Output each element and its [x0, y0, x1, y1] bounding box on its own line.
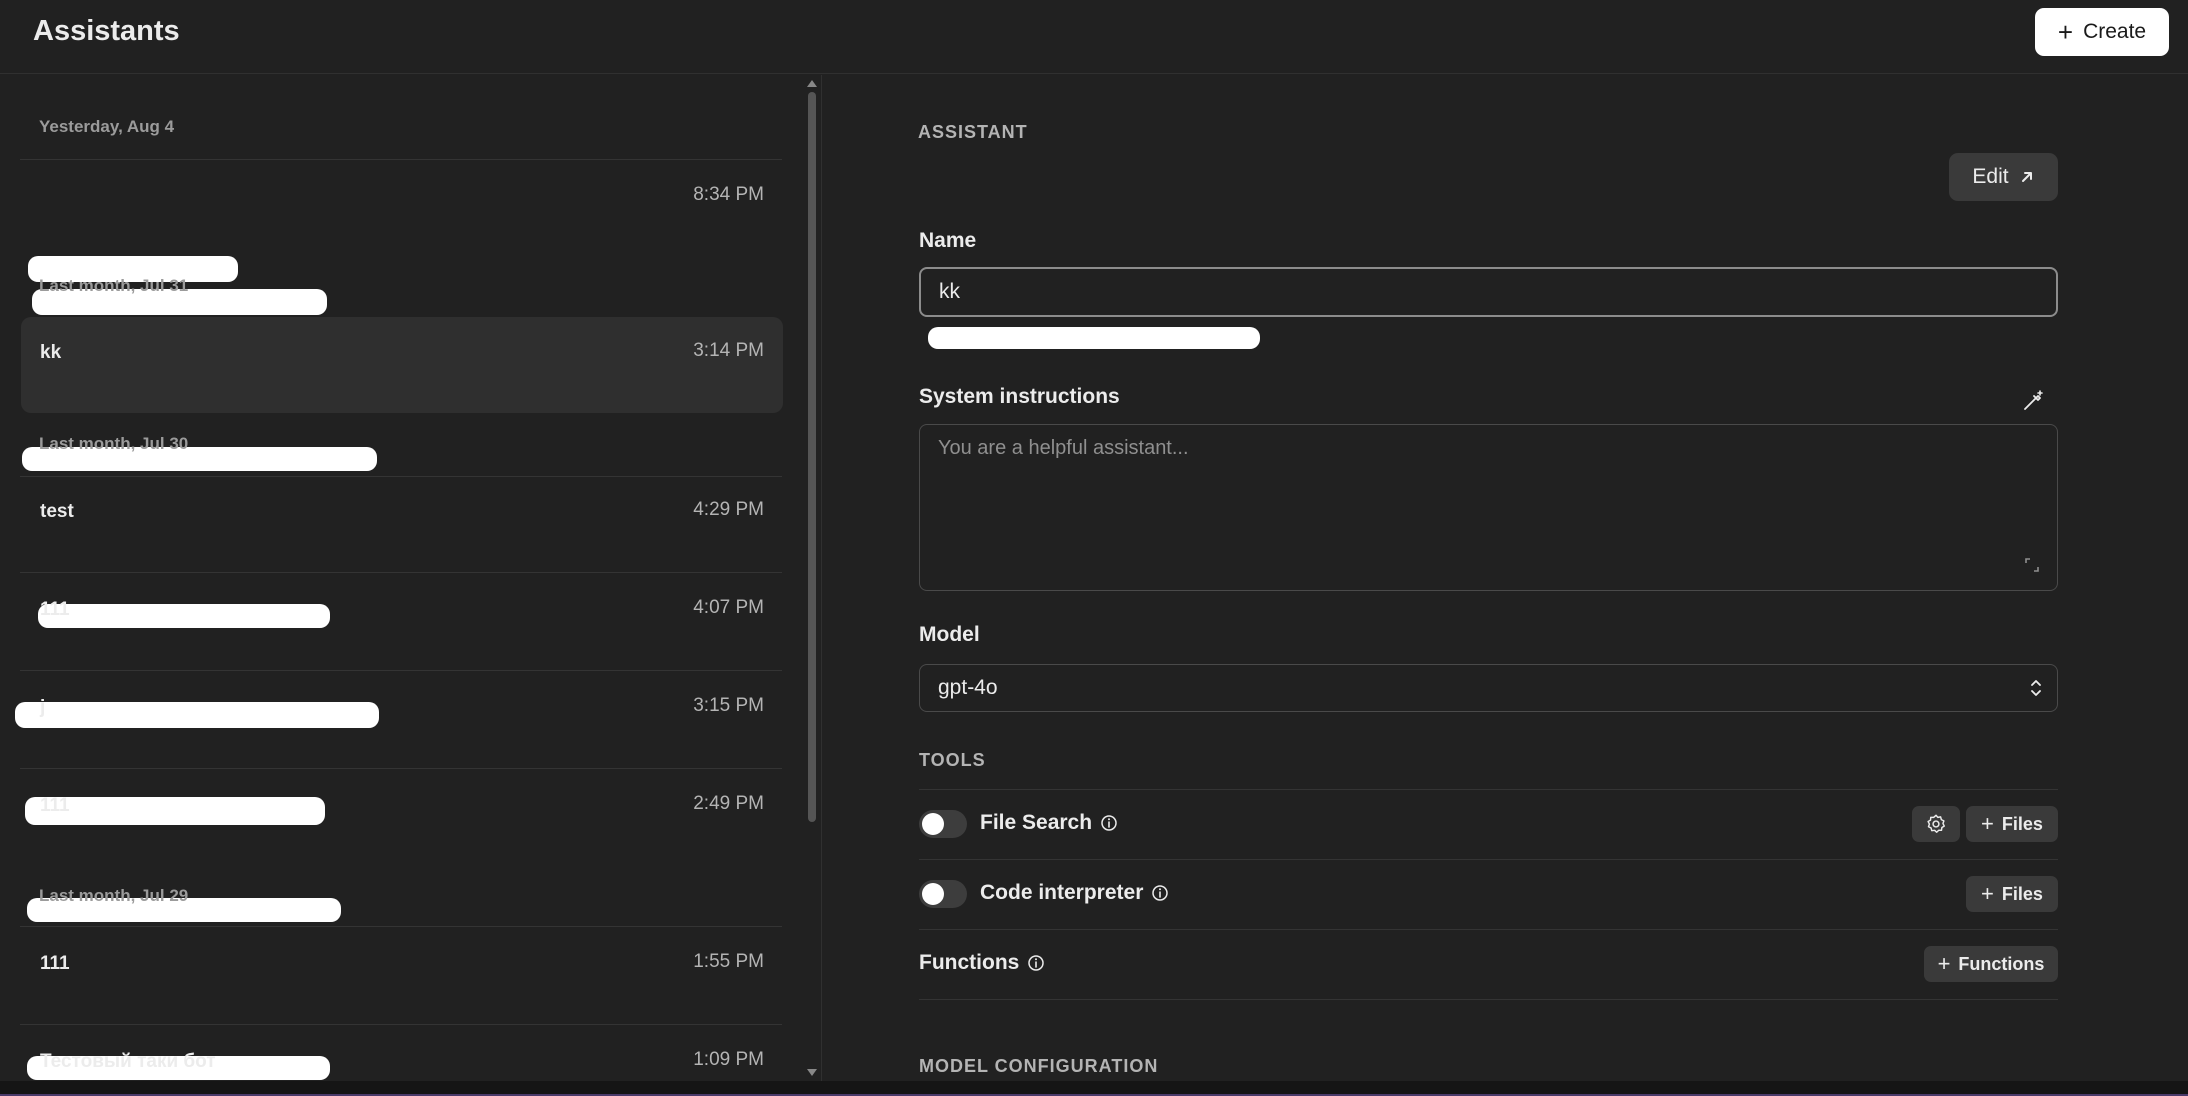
file-search-toggle[interactable] — [919, 810, 967, 838]
item-name: j — [40, 697, 46, 718]
name-input-value: kk — [939, 280, 960, 303]
assistants-list: Yesterday, Aug 4 8:34 PM Last month, Jul… — [0, 75, 820, 1081]
info-icon[interactable] — [1151, 884, 1169, 902]
section-label-model-configuration: MODEL CONFIGURATION — [919, 1056, 1159, 1076]
edit-button[interactable]: Edit — [1949, 153, 2058, 201]
list-item[interactable]: kk 3:14 PM — [21, 317, 783, 471]
file-search-label: File Search — [980, 811, 1093, 834]
magic-wand-icon[interactable] — [2021, 389, 2045, 413]
group-label: Last month, Jul 30 — [39, 434, 189, 453]
page-title: Assistants — [33, 15, 180, 47]
plus-icon: + — [1981, 881, 1994, 906]
code-interpreter-toggle[interactable] — [919, 880, 967, 908]
scrollbar-thumb[interactable] — [808, 92, 816, 822]
divider — [20, 768, 782, 769]
panel-divider — [821, 75, 822, 1081]
add-functions-button[interactable]: + Functions — [1924, 946, 2058, 982]
toggle-knob — [922, 813, 944, 835]
item-name: test — [40, 501, 74, 522]
system-instructions-placeholder: You are a helpful assistant... — [938, 437, 1189, 459]
gear-icon — [1927, 814, 1945, 833]
code-interpreter-label: Code interpreter — [980, 881, 1144, 904]
edit-button-label: Edit — [1972, 165, 2009, 188]
item-time: 3:14 PM — [693, 340, 764, 361]
plus-icon: + — [2057, 17, 2074, 47]
item-time: 8:34 PM — [693, 184, 764, 205]
scroll-down-arrow-icon[interactable] — [807, 1069, 817, 1076]
section-label-tools: TOOLS — [919, 750, 986, 770]
code-interpreter-files-button[interactable]: + Files — [1966, 876, 2058, 912]
name-input[interactable]: kk — [919, 267, 2058, 317]
item-name: 111 — [40, 599, 70, 620]
item-name: 111 — [40, 953, 70, 974]
create-button-label: Create — [2083, 20, 2147, 43]
list-item[interactable]: 111 4:07 PM — [15, 574, 783, 728]
system-instructions-label: System instructions — [919, 385, 1120, 408]
list-item[interactable]: 111 2:49 PM — [21, 770, 783, 922]
item-time: 1:09 PM — [693, 1049, 764, 1070]
item-time: 4:07 PM — [693, 597, 764, 618]
model-label: Model — [919, 623, 980, 646]
info-icon[interactable] — [1100, 814, 1118, 832]
group-label: Yesterday, Aug 4 — [39, 117, 175, 136]
redaction-mark — [928, 327, 1260, 349]
list-item[interactable]: 8:34 PM — [21, 161, 783, 315]
header: Assistants + Create — [0, 0, 2188, 74]
item-time: 2:49 PM — [693, 793, 764, 814]
scroll-up-arrow-icon[interactable] — [807, 80, 817, 87]
chevrons-up-down-icon — [2031, 680, 2041, 696]
item-time: 1:55 PM — [693, 951, 764, 972]
model-select-value: gpt-4o — [938, 676, 998, 699]
divider — [919, 789, 2058, 790]
plus-icon: + — [1937, 951, 1951, 976]
file-search-tool: File Search — [980, 811, 1118, 835]
expand-icon[interactable] — [2025, 558, 2039, 572]
group-label: Last month, Jul 31 — [39, 276, 189, 295]
file-search-files-button[interactable]: + Files — [1966, 806, 2058, 842]
functions-label: Functions — [919, 951, 1020, 974]
divider — [20, 926, 782, 927]
section-label-assistant: ASSISTANT — [918, 122, 1028, 142]
item-name: 111 — [40, 795, 70, 816]
arrow-up-right-icon — [2021, 172, 2032, 182]
item-name: Тестовый таки бот — [40, 1051, 216, 1072]
files-button-label: Files — [2001, 813, 2043, 834]
plus-icon: + — [1981, 811, 1994, 836]
divider — [919, 929, 2058, 930]
list-item[interactable]: Тестовый таки бот 1:09 PM — [21, 1026, 783, 1081]
toggle-knob — [922, 883, 944, 905]
group-label: Last month, Jul 29 — [39, 886, 189, 905]
divider — [20, 572, 782, 573]
divider — [919, 999, 2058, 1000]
bottom-bar — [0, 1081, 2188, 1096]
item-time: 3:15 PM — [693, 695, 764, 716]
item-name: kk — [40, 342, 62, 363]
model-select[interactable]: gpt-4o — [919, 664, 2058, 712]
list-item[interactable]: test 4:29 PM — [21, 476, 783, 628]
functions-tool: Functions — [919, 951, 1045, 975]
divider — [20, 670, 782, 671]
file-search-settings-button[interactable] — [1912, 806, 1960, 842]
name-label: Name — [919, 229, 977, 252]
divider — [20, 1024, 782, 1025]
system-instructions-textarea[interactable]: You are a helpful assistant... — [919, 424, 2058, 591]
files-button-label: Files — [2001, 883, 2043, 904]
divider — [919, 859, 2058, 860]
create-button[interactable]: + Create — [2035, 8, 2169, 56]
info-icon[interactable] — [1027, 954, 1045, 972]
code-interpreter-tool: Code interpreter — [980, 881, 1169, 905]
list-item[interactable]: j 3:15 PM — [21, 672, 783, 825]
functions-button-label: Functions — [1958, 953, 2045, 974]
list-item[interactable]: 111 1:55 PM — [21, 928, 783, 1080]
divider — [20, 159, 782, 160]
item-time: 4:29 PM — [693, 499, 764, 520]
